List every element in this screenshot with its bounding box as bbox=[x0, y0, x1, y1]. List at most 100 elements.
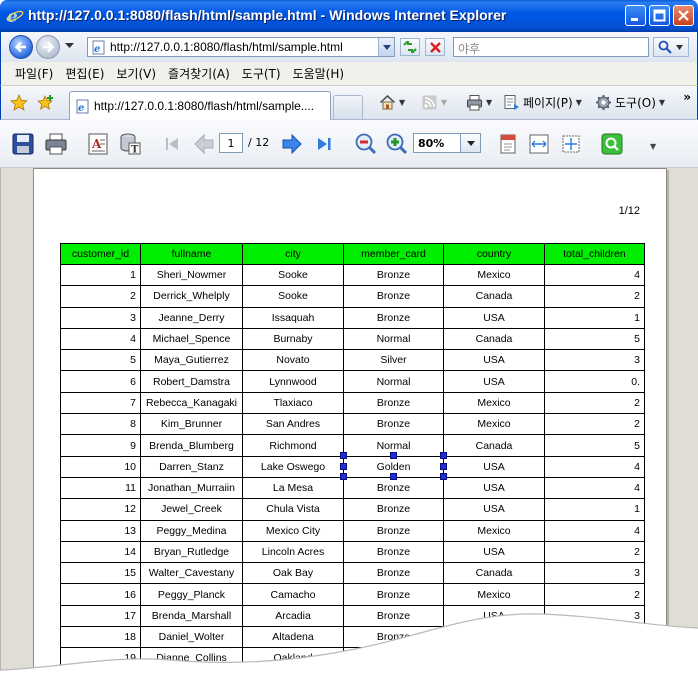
cell-total-children[interactable]: 1 bbox=[544, 306, 645, 329]
cell-total-children[interactable]: 4 bbox=[544, 455, 645, 478]
cell-total-children[interactable]: 2 bbox=[544, 540, 645, 564]
cell-customer-id[interactable]: 2 bbox=[60, 285, 141, 308]
cell-country[interactable]: Mexico bbox=[443, 391, 545, 415]
search-input[interactable]: 야후 bbox=[453, 37, 649, 57]
cell-member-card[interactable]: Bronze bbox=[343, 583, 444, 606]
cell-customer-id[interactable]: 9 bbox=[60, 434, 141, 457]
cell-total-children[interactable]: 3 bbox=[544, 562, 645, 585]
cell-city[interactable]: Altadena bbox=[242, 626, 344, 649]
previous-page-button[interactable] bbox=[190, 130, 218, 158]
cell-member-card[interactable]: Normal bbox=[343, 327, 444, 351]
cell-total-children[interactable]: 4 bbox=[544, 519, 645, 542]
cell-country[interactable]: USA bbox=[443, 498, 545, 521]
next-page-button[interactable] bbox=[278, 130, 306, 158]
feeds-button[interactable]: ▼ bbox=[421, 94, 447, 111]
resize-handle[interactable] bbox=[439, 473, 447, 481]
menu-view[interactable]: 보기(V) bbox=[110, 65, 162, 82]
cell-city[interactable]: Mexico City bbox=[242, 519, 344, 542]
cell-city[interactable]: Chula Vista bbox=[242, 498, 344, 521]
refresh-button[interactable] bbox=[400, 38, 420, 56]
cell-customer-id[interactable]: 13 bbox=[60, 519, 141, 542]
cell-country[interactable]: USA bbox=[443, 476, 545, 500]
forward-button[interactable] bbox=[36, 35, 60, 59]
cell-country[interactable]: USA bbox=[443, 604, 545, 628]
cell-member-card[interactable]: Bronze bbox=[343, 413, 444, 436]
cell-fullname[interactable]: Michael_Spence bbox=[140, 327, 243, 351]
cell-fullname[interactable]: Jonathan_Murraiin bbox=[140, 476, 243, 500]
cell-member-card[interactable]: Bronze bbox=[343, 391, 444, 415]
recent-pages-dropdown-icon[interactable] bbox=[65, 43, 74, 49]
zoom-in-button[interactable] bbox=[383, 130, 411, 158]
cell-member-card[interactable]: Normal bbox=[343, 370, 444, 393]
cell-country[interactable] bbox=[443, 626, 545, 649]
cell-total-children[interactable]: 2 bbox=[544, 413, 645, 436]
cell-total-children[interactable] bbox=[544, 647, 645, 670]
cell-city[interactable]: Novato bbox=[242, 349, 344, 372]
cell-fullname[interactable]: Peggy_Planck bbox=[140, 583, 243, 606]
toolbar-options-chevron-icon[interactable]: ▼ bbox=[650, 142, 656, 151]
favorites-star-icon[interactable] bbox=[10, 94, 28, 112]
cell-country[interactable]: USA bbox=[443, 455, 545, 478]
cell-total-children[interactable] bbox=[544, 626, 645, 649]
cell-country[interactable]: Mexico bbox=[443, 263, 545, 287]
cell-member-card[interactable]: Bronze bbox=[343, 263, 444, 287]
cell-city[interactable]: Sooke bbox=[242, 285, 344, 308]
cell-city[interactable]: Lake Oswego bbox=[242, 455, 344, 478]
cell-city[interactable]: Richmond bbox=[242, 434, 344, 457]
menu-favorites[interactable]: 즐겨찾기(A) bbox=[162, 65, 236, 82]
cell-country[interactable]: Mexico bbox=[443, 413, 545, 436]
cell-customer-id[interactable]: 5 bbox=[60, 349, 141, 372]
cell-city[interactable]: Arcadia bbox=[242, 604, 344, 628]
cell-member-card[interactable]: Bronze bbox=[343, 562, 444, 585]
minimize-button[interactable] bbox=[625, 5, 646, 26]
cell-city[interactable]: Burnaby bbox=[242, 327, 344, 351]
print-button[interactable]: ▼ bbox=[466, 94, 492, 111]
menu-tools[interactable]: 도구(T) bbox=[236, 65, 287, 82]
export-text-button[interactable]: A bbox=[84, 130, 112, 158]
cell-customer-id[interactable]: 17 bbox=[60, 604, 141, 628]
cell-fullname[interactable]: Bryan_Rutledge bbox=[140, 540, 243, 564]
single-page-button[interactable] bbox=[494, 130, 522, 158]
cell-member-card[interactable]: Bronze bbox=[343, 285, 444, 308]
resize-handle[interactable] bbox=[339, 473, 347, 481]
menu-file[interactable]: 파일(F) bbox=[9, 65, 59, 82]
cell-total-children[interactable]: 2 bbox=[544, 285, 645, 308]
resize-handle[interactable] bbox=[389, 473, 397, 481]
stop-button[interactable] bbox=[425, 38, 445, 56]
cell-country[interactable]: Canada bbox=[443, 285, 545, 308]
tools-menu-button[interactable]: 도구(O) ▼ bbox=[595, 94, 665, 111]
cell-total-children[interactable]: 5 bbox=[544, 327, 645, 351]
page-menu-button[interactable]: 페이지(P) ▼ bbox=[503, 94, 582, 111]
cell-fullname[interactable]: Jeanne_Derry bbox=[140, 306, 243, 329]
cell-customer-id[interactable]: 14 bbox=[60, 540, 141, 564]
new-tab-button[interactable] bbox=[333, 95, 363, 119]
cell-total-children[interactable]: 4 bbox=[544, 476, 645, 500]
cell-country[interactable]: USA bbox=[443, 370, 545, 393]
add-favorites-icon[interactable] bbox=[37, 94, 55, 112]
zoom-out-button[interactable] bbox=[352, 130, 380, 158]
cell-country[interactable]: Canada bbox=[443, 327, 545, 351]
cell-member-card[interactable]: Bronze bbox=[343, 476, 444, 500]
save-button[interactable] bbox=[9, 130, 37, 158]
cell-member-card[interactable]: Bronze bbox=[343, 519, 444, 542]
cell-fullname[interactable]: Jewel_Creek bbox=[140, 498, 243, 521]
resize-handle[interactable] bbox=[339, 452, 347, 460]
cell-member-card[interactable]: Silver bbox=[343, 349, 444, 372]
home-button[interactable]: ▼ bbox=[379, 94, 405, 111]
cell-city[interactable]: La Mesa bbox=[242, 476, 344, 500]
more-commands-chevron-icon[interactable]: » bbox=[683, 90, 691, 104]
cell-city[interactable]: Camacho bbox=[242, 583, 344, 606]
cell-customer-id[interactable]: 6 bbox=[60, 370, 141, 393]
cell-member-card[interactable]: Bronze bbox=[343, 540, 444, 564]
cell-customer-id[interactable]: 16 bbox=[60, 583, 141, 606]
cell-customer-id[interactable]: 8 bbox=[60, 413, 141, 436]
cell-fullname[interactable]: Walter_Cavestany bbox=[140, 562, 243, 585]
cell-member-card[interactable]: Bronze bbox=[343, 498, 444, 521]
cell-city[interactable]: San Andres bbox=[242, 413, 344, 436]
page-number-input[interactable]: 1 bbox=[219, 133, 243, 153]
cell-member-card[interactable]: Bronze bbox=[343, 604, 444, 628]
resize-handle[interactable] bbox=[439, 452, 447, 460]
cell-customer-id[interactable]: 10 bbox=[60, 455, 141, 478]
zoom-dropdown-button[interactable] bbox=[460, 134, 480, 152]
cell-fullname[interactable]: Dianne_Collins bbox=[140, 647, 243, 670]
